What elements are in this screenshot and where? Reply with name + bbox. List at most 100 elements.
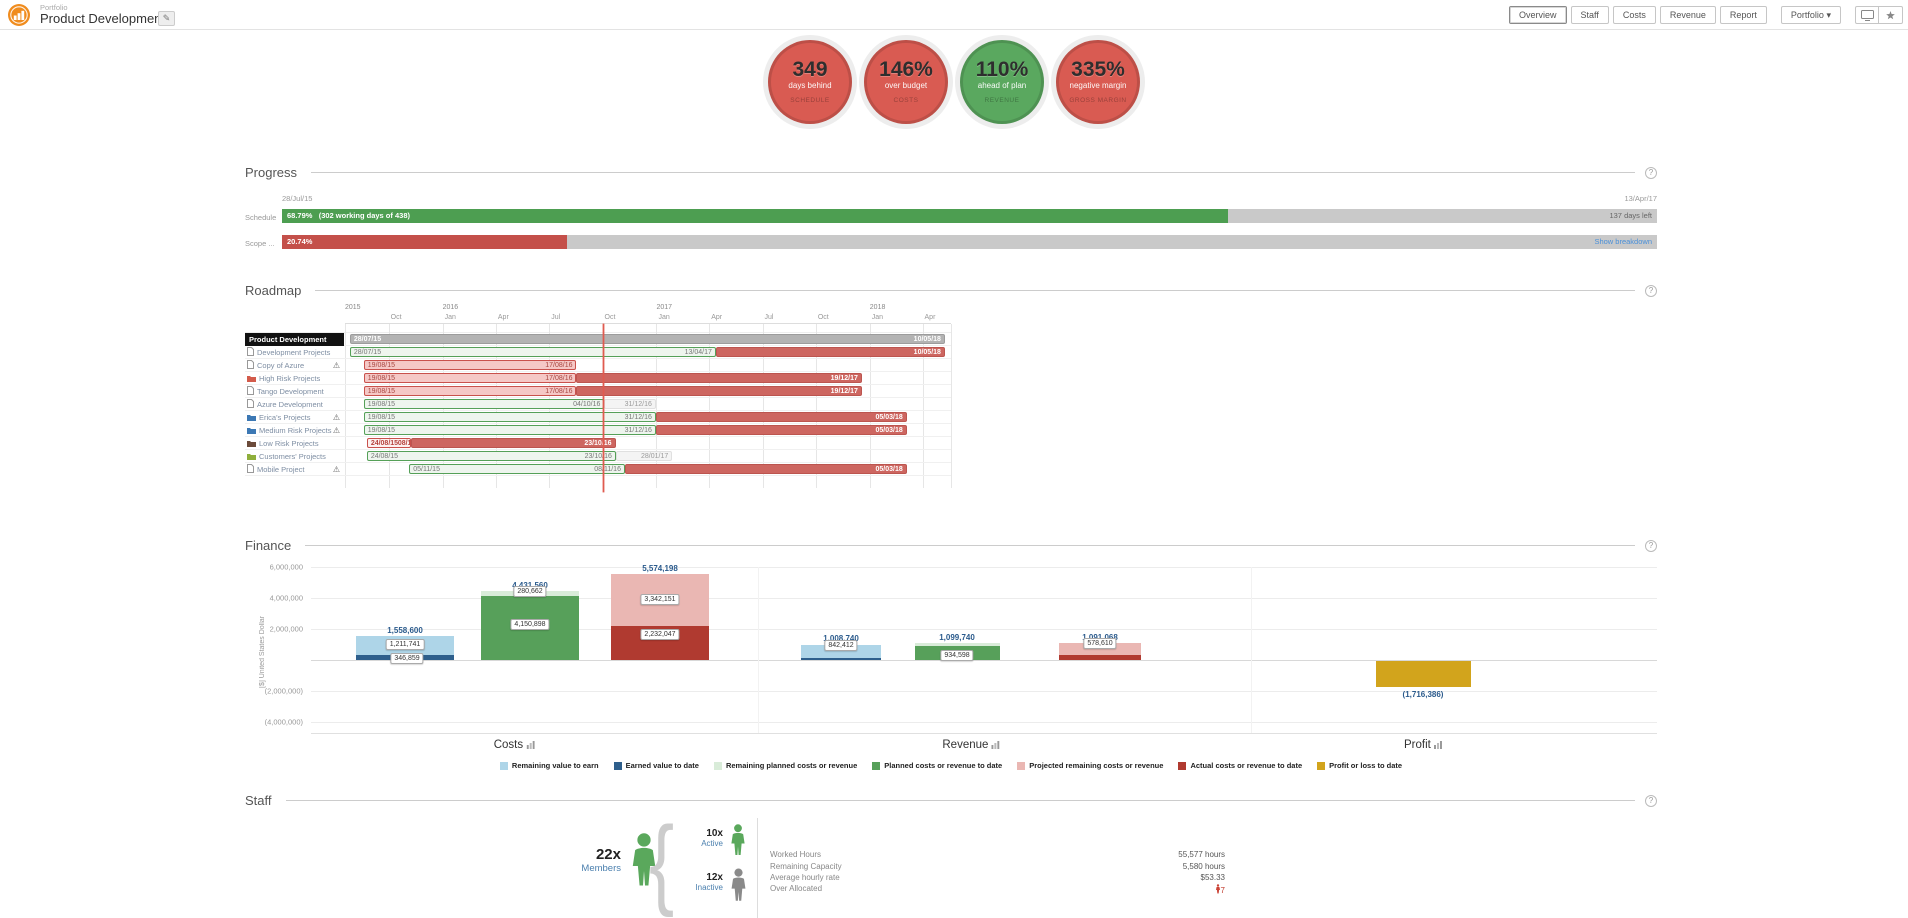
divider — [757, 818, 758, 918]
divider — [286, 800, 1635, 801]
pencil-icon: ✎ — [163, 13, 171, 23]
edit-title-button[interactable]: ✎ — [158, 11, 175, 26]
gantt-bar[interactable]: 19/08/1531/12/16 — [364, 412, 656, 422]
help-icon[interactable]: ? — [1645, 285, 1657, 297]
tab-report[interactable]: Report — [1720, 6, 1767, 24]
gantt-bar-baseline[interactable]: 31/12/16 — [604, 399, 656, 409]
bar-total: 1,099,740 — [939, 633, 975, 642]
timeline-year: 2015 — [345, 304, 361, 311]
portfolio-menu-button[interactable]: Portfolio ▾ — [1781, 6, 1841, 24]
scope-row-label: Scope ... — [245, 239, 275, 248]
gantt-bar[interactable]: 19/08/1504/10/16 — [364, 399, 605, 409]
kpi-value: 349 — [792, 60, 827, 80]
kpi-revenue: 110% ahead of plan REVENUE — [960, 40, 1044, 124]
gantt-bar[interactable]: 05/11/1508/11/16 — [409, 464, 625, 474]
group-label-profit[interactable]: Profit — [1404, 739, 1442, 751]
warning-icon: ⚠ — [333, 359, 340, 372]
gantt-bar-overrun[interactable]: 05/03/18 — [656, 425, 907, 435]
timeline-month: Jul — [549, 314, 560, 321]
kpi-value: 335% — [1071, 60, 1125, 80]
help-icon[interactable]: ? — [1645, 795, 1657, 807]
y-tick: 4,000,000 — [270, 594, 303, 603]
finance-chart: [$] United States Dollar 6,000,000 4,000… — [245, 553, 1657, 791]
tab-overview[interactable]: Overview — [1509, 6, 1567, 24]
gantt-bar-overrun[interactable]: 05/03/18 — [656, 412, 907, 422]
schedule-row-label: Schedule — [245, 213, 276, 222]
gantt-row-label: Azure Development — [257, 400, 323, 409]
gantt-bar-baseline[interactable]: 28/01/17 — [616, 451, 673, 461]
gantt-bar[interactable]: 28/07/1513/04/17 — [350, 347, 716, 357]
gantt-row-label: Copy of Azure — [257, 361, 304, 370]
timeline-month: Apr — [496, 314, 509, 321]
schedule-days-left: 137 days left — [1609, 209, 1652, 223]
timeline-year: 2016 — [443, 304, 459, 311]
tab-staff[interactable]: Staff — [1571, 6, 1609, 24]
gantt-bar[interactable]: 28/07/1510/05/18 — [350, 334, 945, 344]
gantt-bar[interactable]: 19/08/1517/08/16 — [364, 360, 577, 370]
timeline-month: Jan — [443, 314, 456, 321]
star-button[interactable] — [1879, 6, 1903, 24]
help-icon[interactable]: ? — [1645, 167, 1657, 179]
monitor-button[interactable] — [1855, 6, 1879, 24]
kpi-costs: 146% over budget COSTS — [864, 40, 948, 124]
costs-actual-bar[interactable] — [611, 574, 709, 660]
group-label-costs[interactable]: Costs — [494, 739, 535, 751]
gantt-bar-overrun[interactable]: 19/12/17 — [576, 373, 861, 383]
kpi-caption: days behind — [788, 81, 831, 90]
scope-progress-bar[interactable]: 20.74% Show breakdown — [282, 235, 1657, 249]
gantt-bar[interactable]: 19/08/1517/08/16 — [364, 386, 577, 396]
gantt-bar[interactable]: 24/08/1523/10/16 — [367, 451, 616, 461]
folder-icon — [247, 453, 256, 460]
timeline-month: Oct — [603, 314, 616, 321]
inactive-person-icon — [728, 868, 749, 902]
gantt-row-label: Tango Development — [257, 387, 324, 396]
help-icon[interactable]: ? — [1645, 540, 1657, 552]
gantt-row-label: Customers' Projects — [259, 452, 326, 461]
bar-total-negative: (1,716,386) — [1403, 690, 1444, 699]
section-title-finance: Finance — [245, 538, 291, 553]
gantt-row-label: High Risk Projects — [259, 374, 320, 383]
segment-value: 3,342,151 — [640, 594, 679, 605]
gantt-bar-overrun[interactable]: 19/12/17 — [576, 386, 861, 396]
stat-label: Remaining Capacity — [770, 862, 842, 871]
gantt-bar-overrun[interactable]: 23/10/16 — [411, 438, 616, 448]
document-icon — [247, 347, 254, 356]
breakdown-icon — [526, 741, 534, 749]
section-title-roadmap: Roadmap — [245, 283, 301, 298]
breakdown-icon — [1434, 741, 1442, 749]
show-breakdown-link[interactable]: Show breakdown — [1594, 235, 1652, 249]
legend-swatch — [714, 762, 722, 770]
top-nav: Overview Staff Costs Revenue Report Port… — [1505, 6, 1903, 24]
timeline-month: Apr — [923, 314, 936, 321]
schedule-percent: 68.79% — [287, 211, 312, 220]
gantt-bar-overrun[interactable]: 05/03/18 — [625, 464, 907, 474]
timeline-month: Oct — [389, 314, 402, 321]
gantt-bar-overrun[interactable]: 10/05/18 — [716, 347, 945, 357]
kpi-category: COSTS — [894, 97, 919, 104]
timeline-month: Oct — [816, 314, 829, 321]
schedule-end-date: 13/Apr/17 — [1624, 194, 1657, 203]
gantt-row-high-risk-projects: High Risk Projects 19/08/1517/08/16 19/1… — [245, 372, 951, 385]
group-label-revenue[interactable]: Revenue — [942, 739, 999, 751]
folder-icon — [247, 414, 256, 421]
monitor-icon — [1861, 10, 1874, 21]
gantt-row-ericas-projects: Erica's Projects⚠ 19/08/1531/12/16 05/03… — [245, 411, 951, 424]
gantt-bar[interactable]: 19/08/1517/08/16 — [364, 373, 577, 383]
tab-costs[interactable]: Costs — [1613, 6, 1656, 24]
profit-loss-bar[interactable] — [1376, 661, 1471, 688]
segment-value: 1,211,741 — [386, 639, 425, 650]
active-person-icon — [728, 824, 748, 856]
schedule-note: (302 working days of 438) — [319, 211, 410, 220]
gantt-row-medium-risk-projects: Medium Risk Projects⚠ 19/08/1531/12/16 0… — [245, 424, 951, 437]
progress-section: Progress ? 28/Jul/15 13/Apr/17 Schedule … — [245, 165, 1657, 259]
legend-item: Profit or loss to date — [1317, 761, 1402, 770]
gantt-row-label[interactable]: Product Development — [245, 333, 344, 346]
document-icon — [247, 386, 254, 395]
schedule-progress-bar[interactable]: 68.79% (302 working days of 438) 137 day… — [282, 209, 1657, 223]
legend-swatch — [872, 762, 880, 770]
tab-revenue[interactable]: Revenue — [1660, 6, 1716, 24]
divider — [315, 290, 1635, 291]
gantt-bar[interactable]: 19/08/1531/12/16 — [364, 425, 656, 435]
roadmap-section: Roadmap ? 2015 2016 2017 2018 Oct — [245, 283, 1657, 488]
gantt-bar[interactable]: 24/08/1508/11/15 — [367, 438, 411, 448]
